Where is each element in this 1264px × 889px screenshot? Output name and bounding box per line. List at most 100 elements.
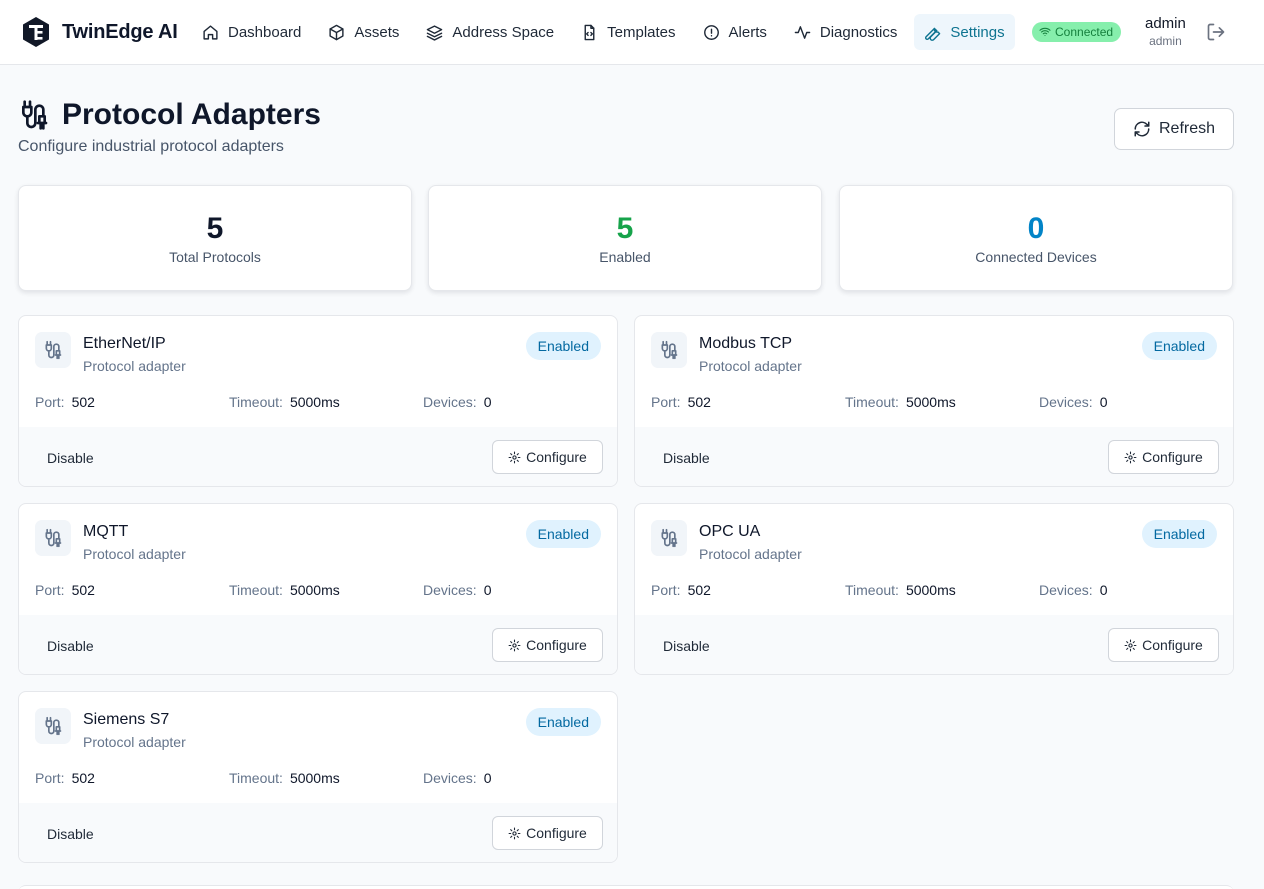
configure-button[interactable]: Configure [492, 628, 603, 662]
port-label: Port: [35, 770, 65, 786]
timeout-value: 5000ms [905, 582, 956, 598]
stat-value: 5 [616, 212, 634, 245]
devices-field: Devices: 0 [423, 394, 491, 410]
nav-item-dashboard[interactable]: Dashboard [192, 14, 311, 50]
nav-item-address-space[interactable]: Address Space [416, 14, 564, 50]
devices-value: 0 [483, 394, 492, 410]
connection-status-badge: Connected [1032, 22, 1122, 42]
nav-item-label: Dashboard [228, 23, 302, 41]
configure-button[interactable]: Configure [1108, 628, 1219, 662]
plug-icon [651, 520, 687, 556]
protocol-description: Protocol adapter [83, 358, 186, 374]
timeout-value: 5000ms [289, 394, 340, 410]
port-label: Port: [35, 582, 65, 598]
plug-icon [35, 520, 71, 556]
devices-field: Devices: 0 [423, 582, 491, 598]
gear-icon [508, 451, 521, 463]
brand[interactable]: TwinEdge AI [22, 16, 178, 48]
gear-icon [508, 827, 521, 839]
timeout-field: Timeout: 5000ms [229, 582, 340, 598]
protocol-name: Siemens S7 [83, 711, 170, 728]
configure-label: Configure [526, 449, 587, 465]
plug-icon [35, 708, 71, 744]
top-navigation-bar: TwinEdge AI Dashboard Assets Address Spa… [0, 0, 1264, 65]
devices-label: Devices: [423, 770, 477, 786]
plug-icon [22, 100, 48, 130]
timeout-label: Timeout: [845, 394, 899, 410]
disable-button[interactable]: Disable [35, 442, 106, 474]
card-footer: Disable Configure [19, 615, 617, 674]
page-subtitle: Configure industrial protocol adapters [18, 138, 284, 155]
nav-item-label: Alerts [728, 23, 767, 41]
disable-button[interactable]: Disable [651, 630, 722, 662]
refresh-button[interactable]: Refresh [1114, 108, 1234, 150]
configure-label: Configure [526, 825, 587, 841]
devices-label: Devices: [423, 582, 477, 598]
port-field: Port: 502 [651, 394, 711, 410]
stat-enabled: 5 Enabled [428, 185, 822, 291]
protocol-name: Modbus TCP [699, 335, 793, 352]
configure-button[interactable]: Configure [492, 440, 603, 474]
devices-label: Devices: [1039, 394, 1093, 410]
card-footer: Disable Configure [19, 427, 617, 486]
wrench-icon [925, 27, 941, 41]
timeout-label: Timeout: [845, 582, 899, 598]
user-role: admin [1149, 34, 1182, 48]
nav-item-alerts[interactable]: Alerts [693, 14, 777, 50]
port-field: Port: 502 [35, 582, 95, 598]
twinedge-logo-icon [23, 17, 49, 47]
card-footer: Disable Configure [635, 615, 1233, 674]
card-footer: Disable Configure [19, 803, 617, 862]
wifi-icon [1039, 27, 1051, 37]
nav-item-assets[interactable]: Assets [318, 14, 409, 50]
logout-icon [1207, 23, 1225, 41]
devices-field: Devices: 0 [1039, 582, 1107, 598]
devices-field: Devices: 0 [423, 770, 491, 786]
timeout-label: Timeout: [229, 770, 283, 786]
port-field: Port: 502 [35, 394, 95, 410]
user-info: admin admin [1145, 15, 1186, 49]
stat-total-protocols: 5 Total Protocols [18, 185, 412, 291]
plug-icon [651, 332, 687, 368]
connection-status-label: Connected [1055, 25, 1114, 39]
protocol-card-ethernet-ip: EtherNet/IP Protocol adapter Enabled Por… [18, 315, 618, 487]
card-footer: Disable Configure [635, 427, 1233, 486]
disable-button[interactable]: Disable [35, 630, 106, 662]
home-icon [203, 24, 218, 40]
timeout-field: Timeout: 5000ms [845, 394, 956, 410]
gear-icon [508, 639, 521, 651]
stat-label: Enabled [599, 249, 651, 265]
configure-button[interactable]: Configure [1108, 440, 1219, 474]
protocol-card-modbus-tcp: Modbus TCP Protocol adapter Enabled Port… [634, 315, 1234, 487]
disable-button[interactable]: Disable [35, 818, 106, 850]
status-badge: Enabled [1141, 520, 1217, 548]
devices-value: 0 [483, 770, 492, 786]
page-header: Protocol Adapters Configure industrial p… [18, 98, 321, 156]
nav-item-diagnostics[interactable]: Diagnostics [784, 14, 908, 50]
stat-label: Total Protocols [169, 249, 261, 265]
configure-label: Configure [1142, 637, 1203, 653]
nav-item-settings[interactable]: Settings [914, 14, 1015, 50]
nav-item-label: Templates [607, 23, 676, 41]
port-value: 502 [71, 770, 95, 786]
devices-value: 0 [483, 582, 492, 598]
timeout-value: 5000ms [905, 394, 956, 410]
stat-value: 5 [206, 212, 224, 245]
nav-item-templates[interactable]: Templates [571, 14, 685, 50]
main-nav: Dashboard Assets Address Space Templates… [192, 14, 1022, 50]
disable-button[interactable]: Disable [651, 442, 722, 474]
configure-button[interactable]: Configure [492, 816, 603, 850]
protocol-card-mqtt: MQTT Protocol adapter Enabled Port: 502 T… [18, 503, 618, 675]
stat-connected-devices: 0 Connected Devices [839, 185, 1233, 291]
protocol-description: Protocol adapter [83, 546, 186, 562]
devices-label: Devices: [423, 394, 477, 410]
status-badge: Enabled [525, 520, 601, 548]
logout-button[interactable] [1206, 22, 1226, 42]
refresh-label: Refresh [1158, 120, 1216, 137]
gear-icon [1124, 451, 1137, 463]
port-value: 502 [71, 394, 95, 410]
status-badge: Enabled [525, 708, 601, 736]
plug-icon [35, 332, 71, 368]
layers-icon [427, 24, 443, 41]
nav-item-label: Assets [354, 23, 400, 41]
